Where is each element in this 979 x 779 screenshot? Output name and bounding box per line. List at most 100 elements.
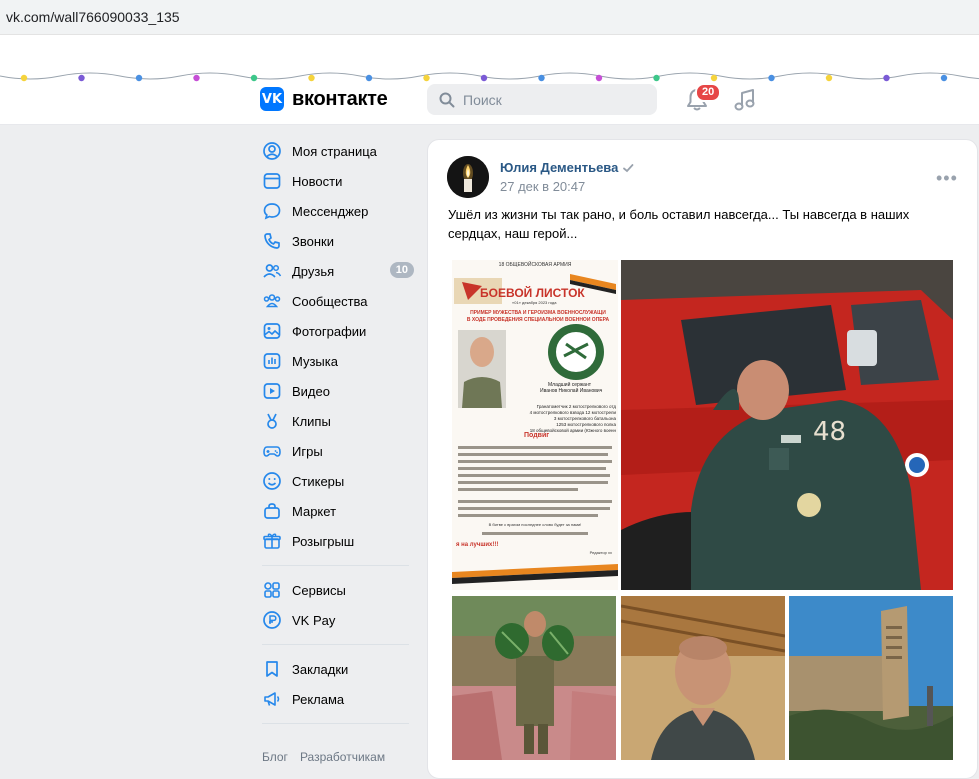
photos-icon bbox=[262, 321, 282, 341]
garland-bulb bbox=[883, 74, 890, 82]
garland-bulb bbox=[710, 74, 718, 82]
garland-bulb bbox=[20, 74, 28, 82]
leaflet-slogan: я на лучших!!! bbox=[456, 542, 499, 548]
leaflet-subtitle-2: В ХОДЕ ПРОВЕДЕНИЯ СПЕЦИАЛЬНОЙ ВОЕННОЙ ОП… bbox=[466, 317, 610, 323]
sidebar-item-smile[interactable]: Стикеры bbox=[260, 466, 415, 496]
search-box[interactable] bbox=[427, 84, 657, 115]
clips-icon bbox=[262, 411, 282, 431]
author-avatar[interactable] bbox=[447, 156, 489, 198]
sidebar-item-friends[interactable]: Друзья 10 bbox=[260, 256, 415, 286]
watermelon-image bbox=[452, 596, 616, 760]
sidebar-item-label: Друзья bbox=[292, 263, 335, 279]
phone-icon bbox=[262, 231, 282, 251]
search-input[interactable] bbox=[463, 91, 643, 108]
sidebar-item-label: Музыка bbox=[292, 353, 338, 369]
garland-bulb bbox=[595, 74, 603, 82]
garland-bulb bbox=[365, 74, 373, 82]
candle-image bbox=[447, 156, 489, 198]
sidebar-item-label: Мессенджер bbox=[292, 203, 369, 219]
music-chart-icon bbox=[262, 351, 282, 371]
svg-text:48: 48 bbox=[813, 417, 846, 447]
top-header: VK вконтакте 20 bbox=[0, 35, 979, 125]
sidebar-item-news[interactable]: Новости bbox=[260, 166, 415, 196]
author-name[interactable]: Юлия Дементьева bbox=[500, 160, 618, 175]
friends-icon bbox=[262, 261, 282, 281]
sidebar-item-music-chart[interactable]: Музыка bbox=[260, 346, 415, 376]
sidebar-item-label: Новости bbox=[292, 173, 343, 189]
sidebar-item-messenger[interactable]: Мессенджер bbox=[260, 196, 415, 226]
sidebar-item-communities[interactable]: Сообщества bbox=[260, 286, 415, 316]
sidebar-item-label: Маркет bbox=[292, 503, 337, 519]
music-icon[interactable] bbox=[733, 87, 757, 113]
photo-monument[interactable] bbox=[789, 596, 953, 760]
sidebar-item-megaphone[interactable]: Реклама bbox=[260, 684, 415, 714]
sidebar-item-bookmark[interactable]: Закладки bbox=[260, 654, 415, 684]
footer-link-blog[interactable]: Блог bbox=[262, 750, 288, 764]
garland-bulb bbox=[768, 74, 775, 82]
vk-logo[interactable]: VK вконтакте bbox=[260, 87, 388, 111]
garland-bulb bbox=[308, 74, 315, 82]
post-date[interactable]: 27 дек в 20:47 bbox=[500, 179, 585, 194]
leaflet-soldier-name: Иванов Николай Иванович bbox=[540, 388, 603, 394]
sidebar-item-label: Фотографии bbox=[292, 323, 367, 339]
sidebar-footer-links: Блог Разработчикам bbox=[262, 750, 385, 764]
garland-bulb bbox=[193, 74, 200, 82]
leaflet-issue: «01» декабря 2023 года bbox=[512, 300, 557, 305]
friends-count-badge: 10 bbox=[389, 262, 414, 278]
sidebar-item-gift[interactable]: Розыгрыш bbox=[260, 526, 415, 556]
garland-bulb bbox=[940, 74, 948, 82]
photo-soldier-fire-truck[interactable]: 48 bbox=[621, 260, 953, 590]
browser-address-bar[interactable]: vk.com/wall766090033_135 bbox=[0, 0, 979, 35]
communities-icon bbox=[262, 291, 282, 311]
sidebar-item-market-bag[interactable]: Маркет bbox=[260, 496, 415, 526]
sidebar-item-label: Сообщества bbox=[292, 293, 368, 309]
post-author[interactable]: Юлия Дементьева bbox=[500, 160, 634, 175]
sidebar-item-label: Звонки bbox=[292, 233, 334, 249]
notifications-badge: 20 bbox=[695, 83, 722, 102]
sidebar-item-vkpay[interactable]: VK Pay bbox=[260, 605, 415, 635]
sidebar-divider bbox=[262, 644, 409, 645]
garland-bulb bbox=[538, 74, 545, 82]
garland-bulb bbox=[653, 74, 660, 82]
vk-logo-icon: VK bbox=[260, 87, 284, 111]
footer-link-developers[interactable]: Разработчикам bbox=[300, 750, 385, 764]
bookmark-icon bbox=[262, 659, 282, 679]
profile-icon bbox=[262, 141, 282, 161]
sidebar-item-label: VK Pay bbox=[292, 612, 336, 628]
sidebar-item-profile[interactable]: Моя страница bbox=[260, 136, 415, 166]
sidebar-divider bbox=[262, 565, 409, 566]
url-text[interactable]: vk.com/wall766090033_135 bbox=[6, 9, 180, 25]
smile-icon bbox=[262, 471, 282, 491]
more-options-icon[interactable]: ••• bbox=[936, 168, 958, 189]
garland-bulb bbox=[250, 74, 258, 82]
garland-decoration bbox=[0, 72, 979, 82]
leaflet-closing: В битве с врагом последнее слово будет з… bbox=[488, 522, 582, 527]
sidebar-item-label: Моя страница bbox=[292, 143, 377, 159]
leaflet-section: Подвиг bbox=[524, 432, 550, 439]
sidebar-item-photos[interactable]: Фотографии bbox=[260, 316, 415, 346]
sidebar-item-clips[interactable]: Клипы bbox=[260, 406, 415, 436]
sidebar-item-services-grid[interactable]: Сервисы bbox=[260, 575, 415, 605]
sidebar-item-label: Сервисы bbox=[292, 582, 346, 598]
garland-bulb bbox=[423, 74, 430, 82]
photo-combat-leaflet[interactable]: 18 ОБЩЕВОЙСКОВАЯ АРМИЯ БОЕВОЙ ЛИСТОК «01… bbox=[452, 260, 618, 590]
market-bag-icon bbox=[262, 501, 282, 521]
leaflet-title: БОЕВОЙ ЛИСТОК bbox=[480, 286, 585, 300]
wall-post: Юлия Дементьева 27 дек в 20:47 ••• Ушёл … bbox=[427, 139, 978, 779]
messenger-icon bbox=[262, 201, 282, 221]
sidebar-item-video[interactable]: Видео bbox=[260, 376, 415, 406]
photo-soldier-selfie[interactable] bbox=[621, 596, 785, 760]
video-icon bbox=[262, 381, 282, 401]
sidebar-item-phone[interactable]: Звонки bbox=[260, 226, 415, 256]
leaflet-army: 18 ОБЩЕВОЙСКОВАЯ АРМИЯ bbox=[498, 262, 572, 268]
garland-bulb bbox=[480, 74, 488, 82]
sidebar-item-label: Игры bbox=[292, 443, 323, 459]
sidebar-divider bbox=[262, 723, 409, 724]
photo-soldier-watermelons[interactable] bbox=[452, 596, 616, 760]
gift-icon bbox=[262, 531, 282, 551]
garland-bulb bbox=[825, 74, 833, 82]
verified-icon bbox=[623, 163, 634, 172]
leaflet-position: Гранатометчик 2 мотострелкового отд 4 мо… bbox=[510, 404, 616, 434]
sidebar-item-gamepad[interactable]: Игры bbox=[260, 436, 415, 466]
leaflet-subtitle-1: ПРИМЕР МУЖЕСТВА И ГЕРОИЗМА ВОЕННОСЛУЖАЩИ bbox=[470, 310, 606, 316]
